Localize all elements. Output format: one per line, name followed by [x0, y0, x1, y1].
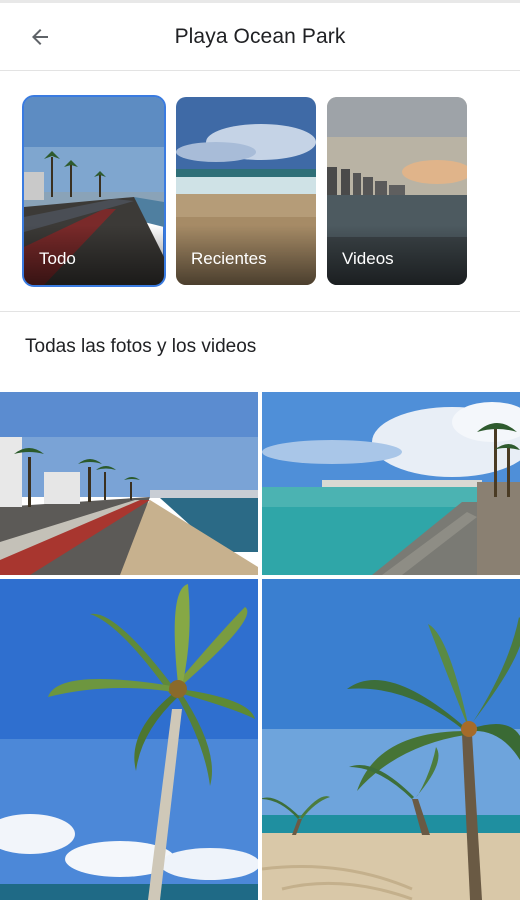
album-label: Recientes: [191, 249, 267, 268]
photo-image: [0, 579, 258, 900]
album-card-todo[interactable]: Todo: [22, 95, 166, 287]
photo-grid: [0, 392, 520, 900]
photo-thumbnail[interactable]: [262, 392, 520, 575]
photo-image: [262, 579, 520, 900]
page-title: Playa Ocean Park: [174, 25, 346, 48]
section-title: Todas las fotos y los videos: [25, 336, 257, 357]
album-carousel: Todo Recientes Videos: [0, 72, 520, 312]
album-card-videos[interactable]: Videos: [327, 97, 467, 285]
photo-image: [0, 392, 258, 575]
photo-thumbnail[interactable]: [262, 579, 520, 900]
photo-thumbnail[interactable]: [0, 392, 258, 575]
album-card-recientes[interactable]: Recientes: [176, 97, 316, 285]
app-header: Playa Ocean Park: [0, 3, 520, 71]
album-label: Videos: [342, 249, 394, 268]
album-label: Todo: [39, 249, 76, 268]
photo-image: [262, 392, 520, 575]
photo-thumbnail[interactable]: [0, 579, 258, 900]
